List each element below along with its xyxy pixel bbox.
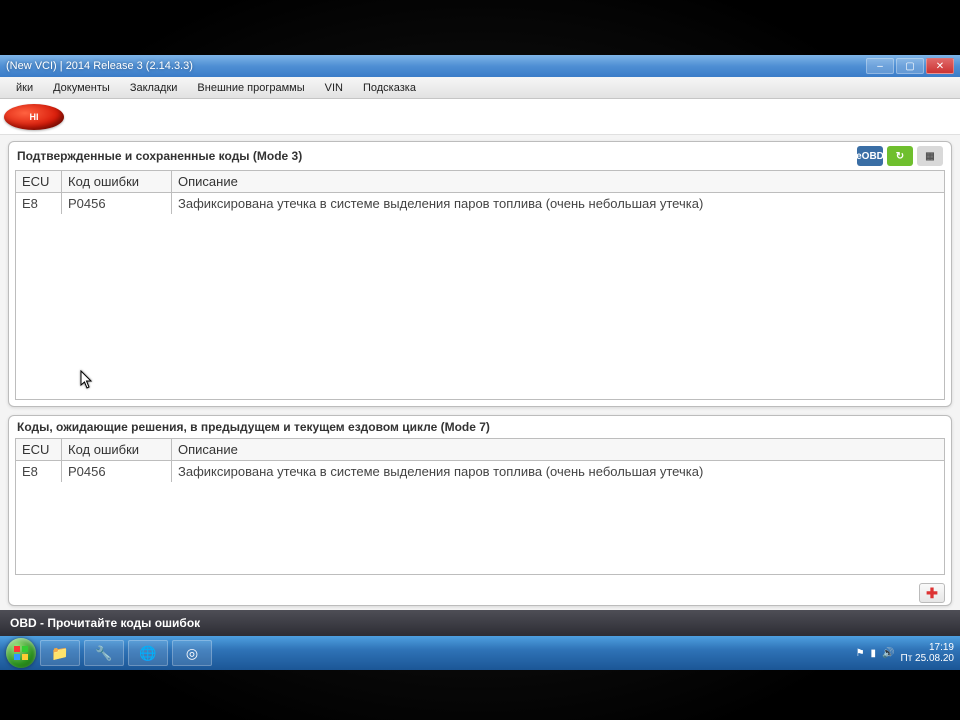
cell-ecu: E8: [16, 193, 62, 214]
menu-item-documents[interactable]: Документы: [43, 82, 120, 94]
pending-table: ECU Код ошибки Описание E8 P0456 Зафикси…: [15, 438, 945, 575]
menu-item-settings[interactable]: йки: [6, 82, 43, 94]
window-title: (New VCI) | 2014 Release 3 (2.14.3.3): [6, 60, 866, 72]
table-row[interactable]: E8 P0456 Зафиксирована утечка в системе …: [16, 193, 944, 214]
pending-table-head: ECU Код ошибки Описание: [16, 439, 944, 461]
tray-network-icon: ▮: [871, 648, 877, 659]
taskbar: 📁 🔧 🌐 ◎ ⚑ ▮ 🔊 17:19 Пт 25.08.20: [0, 636, 960, 670]
col-code: Код ошибки: [62, 171, 172, 193]
cell-code: P0456: [62, 461, 172, 482]
panel-pending-title: Коды, ожидающие решения, в предыдущем и …: [17, 420, 490, 434]
system-tray[interactable]: ⚑ ▮ 🔊 17:19 Пт 25.08.20: [856, 642, 954, 664]
taskbar-app-other[interactable]: ◎: [172, 640, 212, 666]
taskbar-app-explorer[interactable]: 📁: [40, 640, 80, 666]
taskbar-clock[interactable]: 17:19 Пт 25.08.20: [901, 642, 954, 664]
clear-codes-button[interactable]: ✚: [919, 583, 945, 603]
panel-confirmed-codes: Подтвержденные и сохраненные коды (Mode …: [8, 141, 952, 407]
cell-code: P0456: [62, 193, 172, 214]
menu-item-bookmarks[interactable]: Закладки: [120, 82, 188, 94]
eobd-icon[interactable]: eOBD: [857, 146, 883, 166]
window-titlebar: (New VCI) | 2014 Release 3 (2.14.3.3) – …: [0, 55, 960, 77]
confirmed-table-head: ECU Код ошибки Описание: [16, 171, 944, 193]
menu-bar: йки Документы Закладки Внешние программы…: [0, 77, 960, 99]
maximize-button[interactable]: ▢: [896, 58, 924, 74]
cell-ecu: E8: [16, 461, 62, 482]
panel-pending-footer: ✚: [9, 581, 951, 605]
clock-date: Пт 25.08.20: [901, 653, 954, 664]
panel-confirmed-title: Подтвержденные и сохраненные коды (Mode …: [17, 149, 302, 163]
col-code: Код ошибки: [62, 439, 172, 461]
cell-desc: Зафиксирована утечка в системе выделения…: [172, 461, 944, 482]
brand-logo: HI: [4, 104, 64, 130]
minimize-button[interactable]: –: [866, 58, 894, 74]
tray-flag-icon: ⚑: [856, 648, 865, 659]
confirmed-table: ECU Код ошибки Описание E8 P0456 Зафикси…: [15, 170, 945, 400]
close-button[interactable]: ✕: [926, 58, 954, 74]
menu-item-vin[interactable]: VIN: [315, 82, 353, 94]
col-ecu: ECU: [16, 171, 62, 193]
table-row[interactable]: E8 P0456 Зафиксирована утечка в системе …: [16, 461, 944, 482]
col-desc: Описание: [172, 439, 944, 461]
taskbar-app-browser[interactable]: 🌐: [128, 640, 168, 666]
panel-pending-codes: Коды, ожидающие решения, в предыдущем и …: [8, 415, 952, 606]
refresh-icon[interactable]: ↻: [887, 146, 913, 166]
taskbar-app-diagnostic[interactable]: 🔧: [84, 640, 124, 666]
menu-item-external[interactable]: Внешние программы: [187, 82, 314, 94]
content-area: Подтвержденные и сохраненные коды (Mode …: [0, 135, 960, 610]
window-buttons: – ▢ ✕: [866, 58, 954, 74]
brand-logo-text: HI: [30, 112, 39, 122]
tray-volume-icon: 🔊: [882, 648, 894, 659]
eobd-icon-label: eOBD: [856, 151, 884, 162]
clock-time: 17:19: [901, 642, 954, 653]
panel-confirmed-header: Подтвержденные и сохраненные коды (Mode …: [9, 142, 951, 168]
panel-pending-header: Коды, ожидающие решения, в предыдущем и …: [9, 416, 951, 436]
cell-desc: Зафиксирована утечка в системе выделения…: [172, 193, 944, 214]
app-status-bar: OBD - Прочитайте коды ошибок: [0, 610, 960, 636]
screen: (New VCI) | 2014 Release 3 (2.14.3.3) – …: [0, 55, 960, 670]
document-icon[interactable]: ▦: [917, 146, 943, 166]
col-ecu: ECU: [16, 439, 62, 461]
plus-icon: ✚: [926, 585, 938, 602]
menu-item-help[interactable]: Подсказка: [353, 82, 426, 94]
start-button[interactable]: [6, 638, 36, 668]
col-desc: Описание: [172, 171, 944, 193]
logo-strip: HI: [0, 99, 960, 135]
status-text: OBD - Прочитайте коды ошибок: [10, 616, 200, 630]
